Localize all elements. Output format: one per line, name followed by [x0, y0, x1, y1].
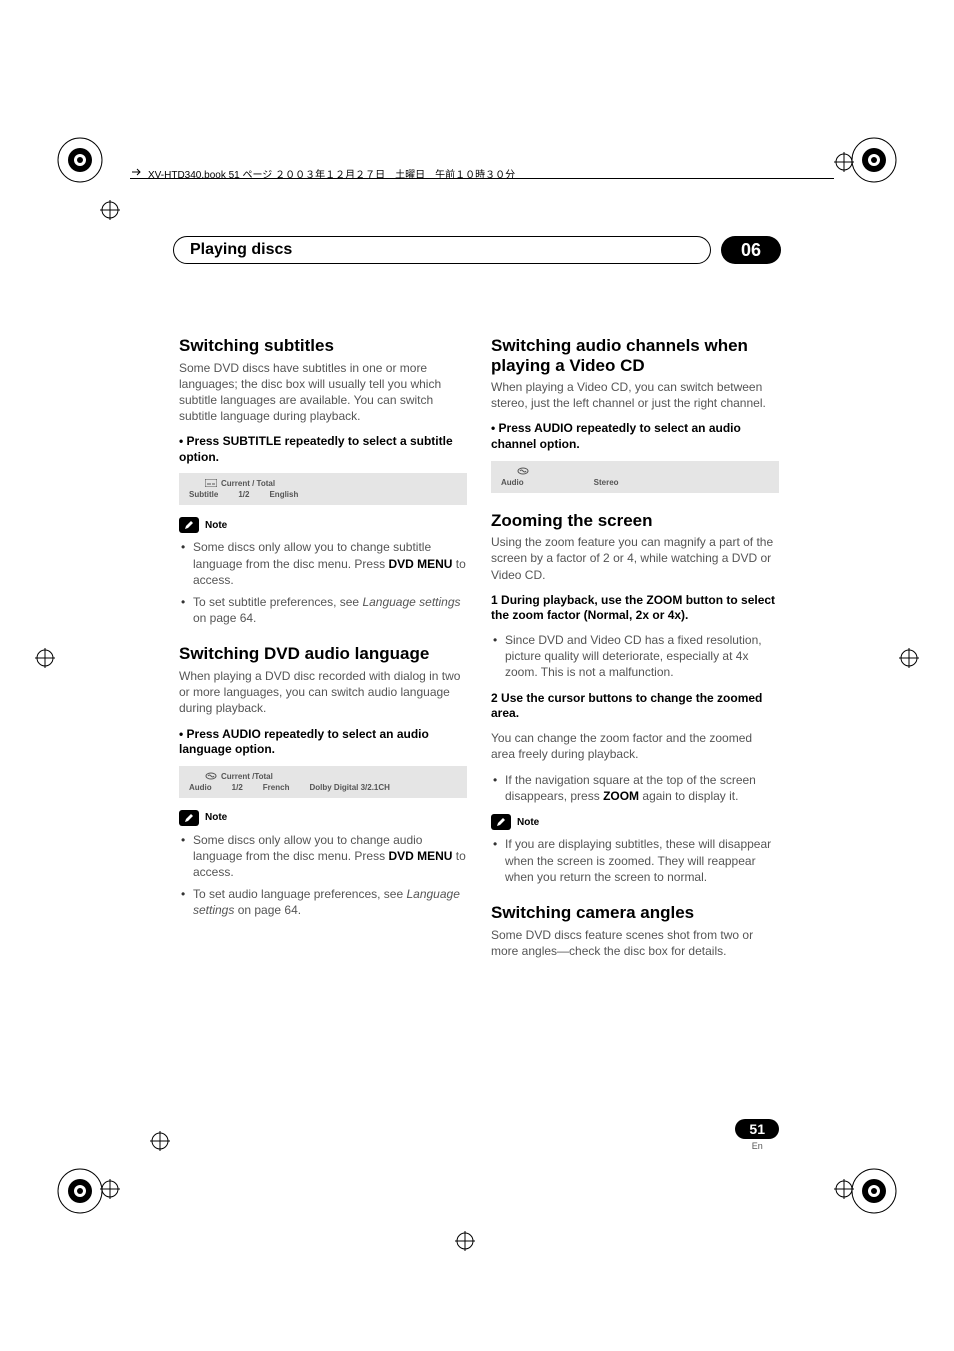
disp-val: Stereo: [594, 478, 619, 487]
audio-icon: [205, 772, 217, 782]
note-item: To set audio language preferences, see L…: [193, 886, 467, 918]
note-item: Some discs only allow you to change audi…: [193, 832, 467, 881]
note-label: Note: [205, 812, 227, 823]
heading: Zooming the screen: [491, 511, 779, 531]
disp-val: Dolby Digital 3/2.1CH: [309, 783, 389, 792]
section-switching-dvd-audio: Switching DVD audio language When playin…: [179, 644, 467, 918]
body-text: When playing a DVD disc recorded with di…: [179, 668, 467, 717]
body-text: Some DVD discs have subtitles in one or …: [179, 360, 467, 425]
reg-mark: [834, 152, 854, 172]
osd-display: Current /Total Audio 1/2 French Dolby Digit…: [179, 766, 467, 798]
note-item: Some discs only allow you to change subt…: [193, 539, 467, 588]
arrow-icon: [130, 165, 144, 182]
osd-display: Current / Total Subtitle 1/2 English: [179, 473, 467, 505]
note-header: Note: [179, 810, 467, 826]
page-lang: En: [735, 1141, 779, 1151]
step-text: • Press AUDIO repeatedly to select an au…: [491, 421, 779, 452]
list-item: Since DVD and Video CD has a fixed resol…: [505, 632, 779, 681]
heading: Switching subtitles: [179, 336, 467, 356]
list-item: If the navigation square at the top of t…: [505, 772, 779, 804]
chapter-title: Playing discs: [173, 236, 711, 264]
disp-val: Subtitle: [189, 490, 218, 499]
reg-mark: [150, 1131, 170, 1151]
body-text: Some DVD discs feature scenes shot from …: [491, 927, 779, 959]
section-switching-camera-angles: Switching camera angles Some DVD discs f…: [491, 903, 779, 959]
disp-val: 1/2: [238, 490, 249, 499]
osd-display: Audio Stereo: [491, 461, 779, 493]
disp-val: Audio: [189, 783, 212, 792]
note-header: Note: [491, 814, 779, 830]
reg-mark: [455, 1231, 475, 1251]
disp-label: Current / Total: [221, 480, 275, 489]
chapter-pill: Playing discs 06: [173, 236, 781, 264]
disp-val: Audio: [501, 478, 524, 487]
step-text: • Press AUDIO repeatedly to select an au…: [179, 727, 467, 758]
reg-mark: [834, 1179, 854, 1199]
page-footer: 51 En: [735, 1119, 779, 1151]
reg-mark: [100, 1179, 120, 1199]
reg-mark: [100, 200, 120, 220]
chapter-number: 06: [721, 236, 781, 264]
heading: Switching DVD audio language: [179, 644, 467, 664]
body-text: You can change the zoom factor and the z…: [491, 730, 779, 762]
header-rule: [130, 178, 834, 179]
step-text: 2 Use the cursor buttons to change the z…: [491, 691, 779, 722]
note-item: To set subtitle preferences, see Languag…: [193, 594, 467, 626]
heading: Switching camera angles: [491, 903, 779, 923]
body-text: When playing a Video CD, you can switch …: [491, 379, 779, 411]
section-zooming-screen: Zooming the screen Using the zoom featur…: [491, 511, 779, 885]
page-number: 51: [735, 1119, 779, 1139]
reg-mark: [899, 648, 919, 668]
pencil-icon: [491, 814, 511, 830]
heading: Switching audio channels when playing a …: [491, 336, 779, 375]
print-mark-tl: [50, 130, 110, 190]
body-text: Using the zoom feature you can magnify a…: [491, 534, 779, 583]
note-label: Note: [517, 817, 539, 828]
left-column: Switching subtitles Some DVD discs have …: [179, 336, 467, 977]
pencil-icon: [179, 810, 199, 826]
disp-val: 1/2: [232, 783, 243, 792]
note-header: Note: [179, 517, 467, 533]
section-switching-audio-channels: Switching audio channels when playing a …: [491, 336, 779, 493]
header-filepath: XV-HTD340.book 51 ページ ２００３年１２月２７日 土曜日 午前…: [130, 165, 830, 182]
pencil-icon: [179, 517, 199, 533]
note-item: If you are displaying subtitles, these w…: [505, 836, 779, 885]
step-text: • Press SUBTITLE repeatedly to select a …: [179, 434, 467, 465]
audio-icon: [517, 467, 529, 477]
note-label: Note: [205, 520, 227, 531]
disp-val: French: [263, 783, 290, 792]
section-switching-subtitles: Switching subtitles Some DVD discs have …: [179, 336, 467, 626]
disp-val: English: [269, 490, 298, 499]
reg-mark: [35, 648, 55, 668]
step-text: 1 During playback, use the ZOOM button t…: [491, 593, 779, 624]
subtitle-icon: [205, 479, 217, 489]
disp-label: Current /Total: [221, 772, 273, 781]
right-column: Switching audio channels when playing a …: [491, 336, 779, 977]
